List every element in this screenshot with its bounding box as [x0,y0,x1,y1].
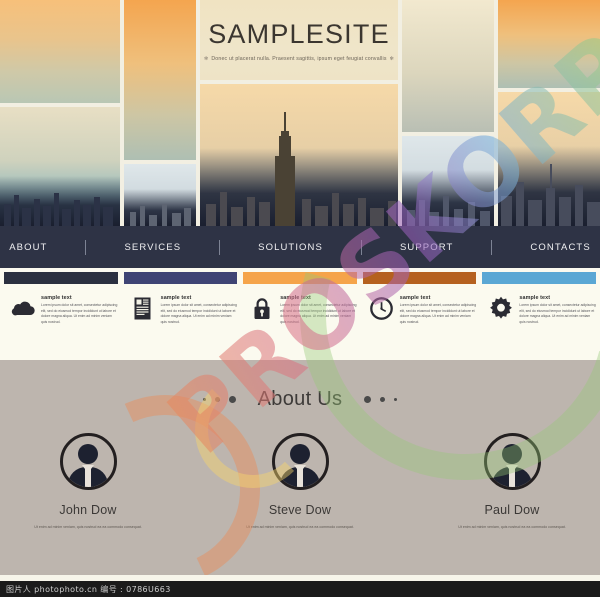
hero-tile-7 [402,136,494,226]
hero-tile-5 [402,0,494,132]
feature-body: Lorem ipsum dolor sit amet, consectetur … [519,303,596,324]
feature-item-cloud[interactable]: sample text Lorem ipsum dolor sit amet, … [4,294,118,325]
hero-tile-6 [498,0,600,88]
team-member-card[interactable]: Paul Dow Ut enim ad minim veniam, quis n… [437,433,587,530]
avatar-tie-icon [297,467,303,487]
dot-icon [364,396,372,403]
feature-color-bars [0,268,600,284]
decorative-dots-left [202,396,236,403]
hero-tile-8 [498,92,600,226]
feature-body: Lorem ipsum dolor sit amet, consectetur … [280,303,357,324]
feature-heading: sample text [519,295,551,301]
dot-icon [394,398,398,401]
city-silhouette-far-right [498,145,600,226]
team-member-description: Ut enim ad minim veniam, quis nostrud ea… [458,525,566,529]
avatar [271,433,329,490]
hero-tile-4 [124,164,196,226]
document-icon [130,294,156,322]
feature-item-gear[interactable]: sample text Lorem ipsum dolor sit amet, … [482,294,596,325]
team-members: John Dow Ut enim ad minim veniam, quis n… [0,433,600,530]
feature-items: sample text Lorem ipsum dolor sit amet, … [0,284,600,325]
about-header: About Us [0,360,600,411]
footer-credit-text: 图片人 photophoto.cn 编号 : 0786U663 [6,584,171,594]
feature-bar-2 [123,272,238,284]
feature-heading: sample text [399,295,431,301]
avatar-tie-icon [509,467,515,487]
skyline-shapes-2 [124,189,196,226]
feature-text-block: sample text Lorem ipsum dolor sit amet, … [400,294,477,325]
team-member-description: Ut enim ad minim veniam, quis nostrud ea… [34,525,142,529]
feature-heading: sample text [41,295,72,301]
features-section: sample text Lorem ipsum dolor sit amet, … [0,268,600,360]
feature-text-block: sample text Lorem ipsum dolor sit amet, … [280,294,357,325]
hero-tile-3 [0,107,120,226]
decorative-dots-right [364,396,398,403]
avatar [483,433,541,490]
hero-mosaic: SAMPLESITE ✻ Donec ut placerat nulla. Pr… [0,0,600,226]
feature-bar-3 [243,272,357,284]
skyline-shapes [0,176,120,226]
nav-item-solutions[interactable]: SOLUTIONS [220,242,361,253]
avatar [59,433,117,490]
city-silhouette-center [200,147,398,226]
dot-icon [214,397,220,402]
feature-heading: sample text [160,295,192,301]
feature-text-block: sample text Lorem ipsum dolor sit amet, … [519,294,596,325]
team-member-card[interactable]: John Dow Ut enim ad minim veniam, quis n… [13,433,163,530]
feature-body: Lorem ipsum dolor sit amet, consectetur … [41,303,118,324]
team-member-name: Paul Dow [484,503,540,517]
feature-item-clock[interactable]: sample text Lorem ipsum dolor sit amet, … [363,294,477,325]
hero-tile-1 [0,0,120,103]
city-silhouette [0,176,120,226]
feature-bar-4 [362,272,477,284]
team-member-name: Steve Dow [268,503,332,517]
main-navigation: ABOUT SERVICES SOLUTIONS SUPPORT CONTACT… [0,226,600,268]
feature-text-block: sample text Lorem ipsum dolor sit amet, … [41,294,118,325]
cloud-icon [10,294,36,322]
avatar-head-icon [502,444,522,464]
team-member-description: Ut enim ad minim veniam, quis nostrud ea… [246,525,354,529]
about-title: About Us [257,388,343,410]
clock-icon [369,294,395,322]
skyline-shapes-center [200,148,398,226]
hero-tile-empire-state [200,84,398,226]
asterisk-icon: ✻ [203,55,209,62]
page-subtitle: ✻ Donec ut placerat nulla. Praesent sagi… [204,56,394,62]
nav-items: ABOUT SERVICES SOLUTIONS SUPPORT CONTACT… [0,239,600,255]
team-member-card[interactable]: Steve Dow Ut enim ad minim veniam, quis … [225,433,375,530]
avatar-head-icon [78,444,98,464]
feature-item-document[interactable]: sample text Lorem ipsum dolor sit amet, … [124,294,238,325]
gear-icon [488,294,514,322]
city-silhouette-2 [124,188,196,226]
avatar-tie-icon [85,467,91,487]
nav-item-about[interactable]: ABOUT [0,242,85,253]
dot-icon [202,398,206,401]
page-title: SAMPLESITE [208,18,390,49]
feature-bar-1 [4,272,118,284]
nav-item-contacts[interactable]: CONTACTS [492,242,600,253]
skyline-shapes-right [402,170,494,226]
asterisk-icon-2: ✻ [389,55,395,62]
hero-tile-2 [124,0,196,160]
team-member-name: John Dow [59,503,117,517]
feature-item-lock[interactable]: sample text Lorem ipsum dolor sit amet, … [243,294,357,325]
lock-icon [249,294,275,322]
feature-heading: sample text [280,295,311,301]
skyline-shapes-far-right [498,146,600,226]
page-subtitle-text: Donec ut placerat nulla. Praesent sagitt… [211,55,387,62]
site-title-tile: SAMPLESITE ✻ Donec ut placerat nulla. Pr… [200,0,398,80]
city-silhouette-right [402,170,494,226]
dot-icon [380,397,386,402]
dot-icon [228,396,236,403]
nav-item-services[interactable]: SERVICES [86,242,219,253]
page-root: SAMPLESITE ✻ Donec ut placerat nulla. Pr… [0,0,600,597]
feature-bar-5 [482,272,596,284]
about-section: About Us John Dow Ut enim ad minim venia… [0,360,600,583]
nav-item-support[interactable]: SUPPORT [362,242,491,253]
feature-text-block: sample text Lorem ipsum dolor sit amet, … [161,294,238,325]
footer-credit-bar: 图片人 photophoto.cn 编号 : 0786U663 [0,581,600,597]
avatar-head-icon [290,444,310,464]
feature-body: Lorem ipsum dolor sit amet, consectetur … [160,303,237,324]
feature-body: Lorem ipsum dolor sit amet, consectetur … [399,303,477,324]
